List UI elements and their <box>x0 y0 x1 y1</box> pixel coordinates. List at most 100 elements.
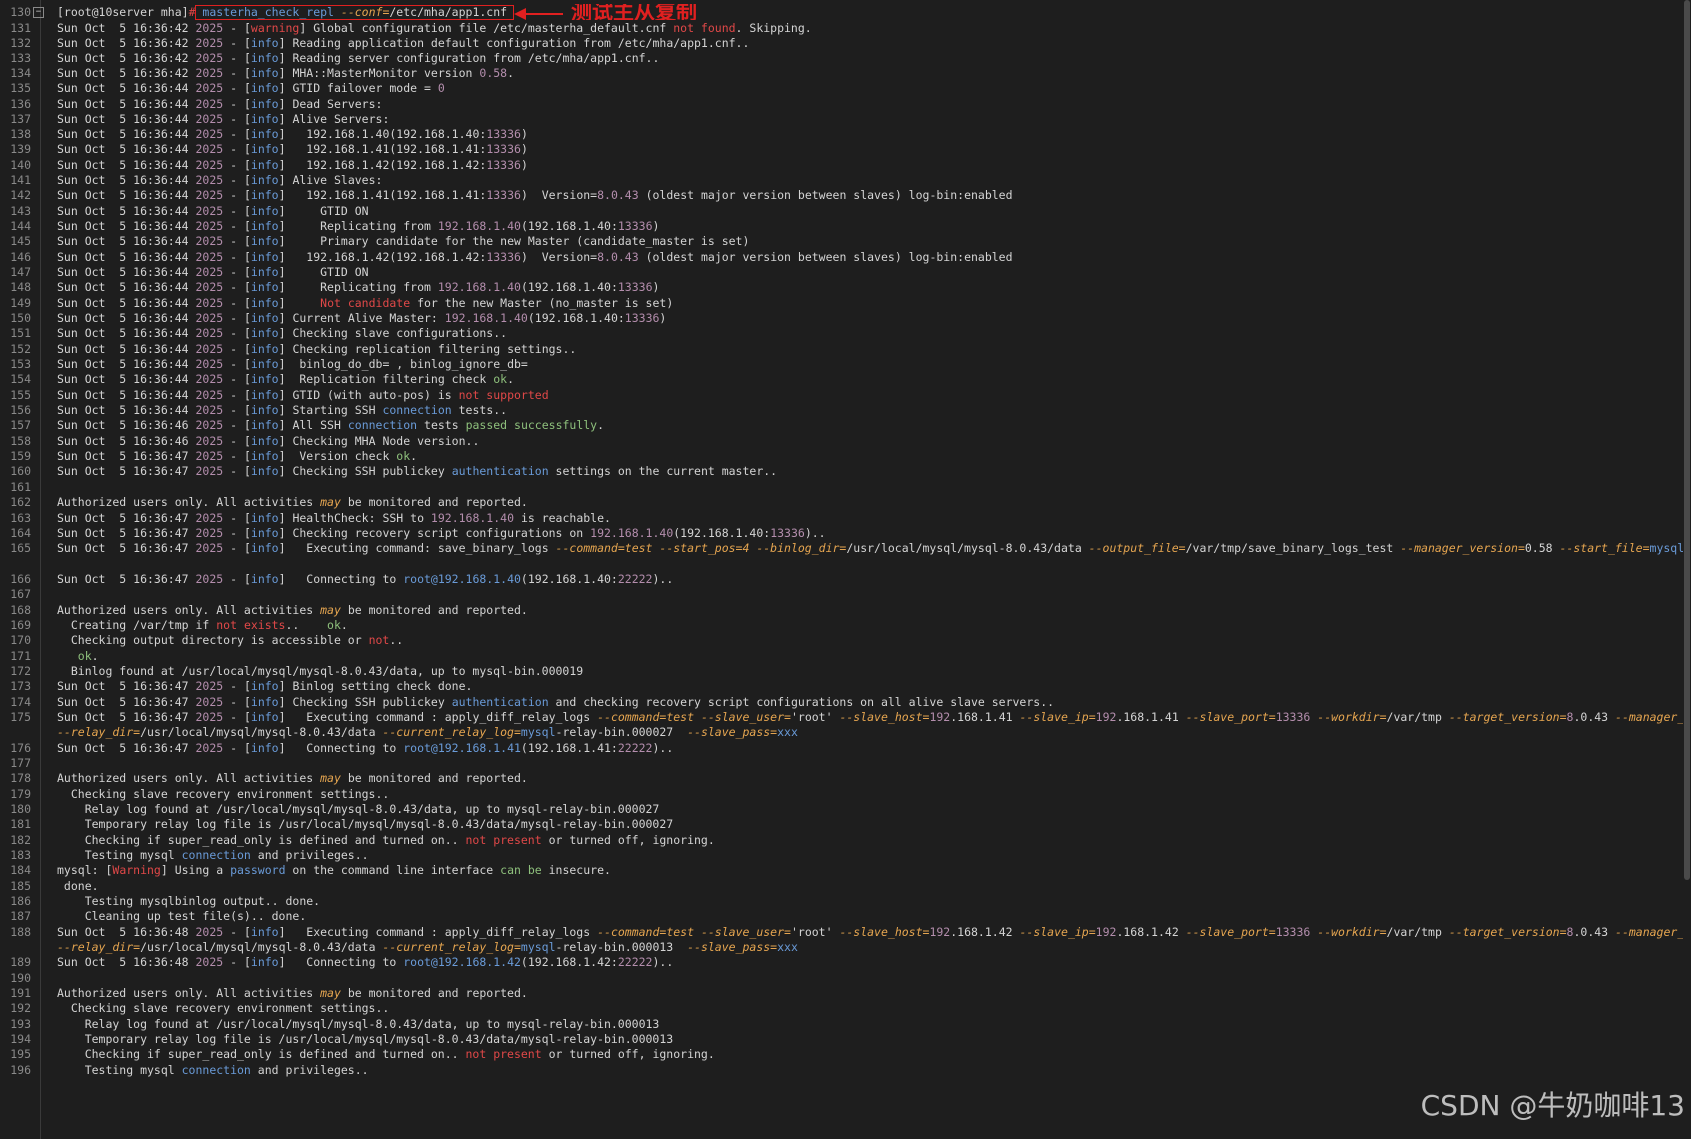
text-segment: insecure. <box>541 863 611 877</box>
text-segment: - [ <box>223 526 251 540</box>
line-number: 146 <box>10 250 31 264</box>
terminal-line: 140 Sun Oct 5 16:36:44 2025 - [info] 192.… <box>0 157 1683 173</box>
line-number: 161 <box>10 480 31 494</box>
text-segment: - [ <box>223 342 251 356</box>
text-segment: for the new Master (no_master is set) <box>410 296 674 310</box>
line-text: Sun Oct 5 16:36:47 2025 - [info] Executi… <box>57 540 1683 556</box>
line-number: 182 <box>10 833 31 847</box>
text-segment: ] HealthCheck: SSH to <box>278 511 431 525</box>
text-segment: Sun Oct 5 16:36:44 <box>57 234 196 248</box>
text-segment: info <box>250 710 279 724</box>
text-segment: 2025 <box>195 204 224 218</box>
line-text: Sun Oct 5 16:36:44 2025 - [info] Checkin… <box>57 341 576 357</box>
line-text: Checking if super_read_only is defined a… <box>57 1046 715 1062</box>
line-number: 190 <box>10 971 31 985</box>
text-segment: 2025 <box>195 36 224 50</box>
text-segment: - [ <box>223 403 251 417</box>
text-segment: . <box>507 66 515 80</box>
line-text: Relay log found at /usr/local/mysql/mysq… <box>57 1016 660 1032</box>
text-segment: . Skipping. <box>735 21 812 35</box>
text-segment: Sun Oct 5 16:36:47 <box>57 710 196 724</box>
text-segment: (192.168.1.40: <box>673 526 771 540</box>
text-segment: - [ <box>223 326 251 340</box>
text-segment: info <box>250 204 279 218</box>
text-segment: ] Reading application default configurat… <box>278 36 750 50</box>
text-segment: ] Executing command : apply_diff_relay_l… <box>278 925 598 939</box>
line-text: Checking slave recovery environment sett… <box>57 1000 390 1016</box>
scrollbar-thumb[interactable] <box>1684 0 1690 880</box>
text-segment: info <box>250 127 279 141</box>
text-segment: 8.0.43 <box>597 250 639 264</box>
text-segment <box>57 649 78 663</box>
terminal-line: 157 Sun Oct 5 16:36:46 2025 - [info] All … <box>0 417 1683 433</box>
line-text: Sun Oct 5 16:36:44 2025 - [info] Replica… <box>57 279 659 295</box>
text-segment: warning <box>250 21 300 35</box>
text-segment: 2025 <box>195 81 224 95</box>
vertical-scrollbar[interactable] <box>1683 0 1691 1139</box>
line-text: Checking slave recovery environment sett… <box>57 786 390 802</box>
text-segment: Sun Oct 5 16:36:47 <box>57 695 196 709</box>
text-segment: info <box>250 342 279 356</box>
text-segment: . <box>340 618 348 632</box>
line-text: Sun Oct 5 16:36:44 2025 - [info] 192.168… <box>57 126 528 142</box>
text-segment: - [ <box>223 296 251 310</box>
text-segment: - [ <box>223 112 251 126</box>
text-segment: --slave_pass= <box>687 725 778 739</box>
text-segment: 2025 <box>195 188 224 202</box>
text-segment: ] Version check <box>278 449 397 463</box>
line-text: Sun Oct 5 16:36:44 2025 - [info] GTID ON <box>57 203 369 219</box>
text-segment: 13336 <box>486 250 521 264</box>
line-text: Sun Oct 5 16:36:44 2025 - [info] Replica… <box>57 218 659 234</box>
line-number: 147 <box>10 265 31 279</box>
line-number: 137 <box>10 112 31 126</box>
text-segment: tests.. <box>451 403 508 417</box>
text-segment: info <box>250 219 279 233</box>
text-segment: - [ <box>223 66 251 80</box>
text-segment: - [ <box>223 188 251 202</box>
text-segment: info <box>250 357 279 371</box>
text-segment: 8.0.43 <box>597 188 639 202</box>
line-number: 164 <box>10 526 31 540</box>
text-segment: ] Checking slave configurations.. <box>278 326 508 340</box>
text-segment: root@192.168.1.41 <box>403 741 521 755</box>
text-segment: /usr/local/mysql/mysql-8.0.43/data <box>140 725 383 739</box>
text-segment: 2025 <box>195 372 224 386</box>
text-segment: - [ <box>223 955 251 969</box>
text-segment: ] Connecting to <box>278 955 404 969</box>
text-segment: -relay-bin.000013 <box>555 940 688 954</box>
text-segment: - [ <box>223 541 251 555</box>
terminal-line: 174 Sun Oct 5 16:36:47 2025 - [info] Chec… <box>0 694 1683 710</box>
line-text: Sun Oct 5 16:36:46 2025 - [info] Checkin… <box>57 433 479 449</box>
text-segment: be monitored and reported. <box>340 771 528 785</box>
terminal-line: 150 Sun Oct 5 16:36:44 2025 - [info] Curr… <box>0 310 1683 326</box>
terminal-line: 173 Sun Oct 5 16:36:47 2025 - [info] Binl… <box>0 678 1683 694</box>
text-segment: --current_relay_log= <box>382 725 521 739</box>
text-segment: 13336 <box>486 158 521 172</box>
terminal-line: 168 Authorized users only. All activities… <box>0 602 1683 618</box>
text-segment: ).. <box>652 572 674 586</box>
text-segment: not supported <box>458 388 549 402</box>
line-number: 141 <box>10 173 31 187</box>
text-segment: ] GTID failover mode = <box>278 81 438 95</box>
text-segment: - [ <box>223 204 251 218</box>
text-segment: --slave_port= <box>1185 710 1276 724</box>
terminal-line: 149 Sun Oct 5 16:36:44 2025 - [info] Not … <box>0 295 1683 311</box>
line-text: Sun Oct 5 16:36:44 2025 - [info] Startin… <box>57 402 507 418</box>
text-segment: . <box>597 418 605 432</box>
line-number: 133 <box>10 51 31 65</box>
line-number: 194 <box>10 1032 31 1046</box>
text-segment: Sun Oct 5 16:36:47 <box>57 526 196 540</box>
text-segment: 22222 <box>617 955 653 969</box>
text-segment: 13336 <box>1275 710 1311 724</box>
terminal-line: 136 Sun Oct 5 16:36:44 2025 - [info] Dead… <box>0 96 1683 112</box>
text-segment: - [ <box>223 250 251 264</box>
line-text: Sun Oct 5 16:36:47 2025 - [info] Executi… <box>57 709 1683 725</box>
text-segment: ] Reading server configuration from /etc… <box>278 51 660 65</box>
line-text: Sun Oct 5 16:36:44 2025 - [info] GTID fa… <box>57 80 445 96</box>
text-segment: ] Connecting to <box>278 741 404 755</box>
terminal-line: 181 Temporary relay log file is /usr/loc… <box>0 816 1683 832</box>
line-text: Testing mysql connection and privileges.… <box>57 847 369 863</box>
fold-toggle-icon[interactable]: − <box>33 7 44 18</box>
text-segment: ] MHA::MasterMonitor version <box>278 66 480 80</box>
text-segment: - [ <box>223 280 251 294</box>
